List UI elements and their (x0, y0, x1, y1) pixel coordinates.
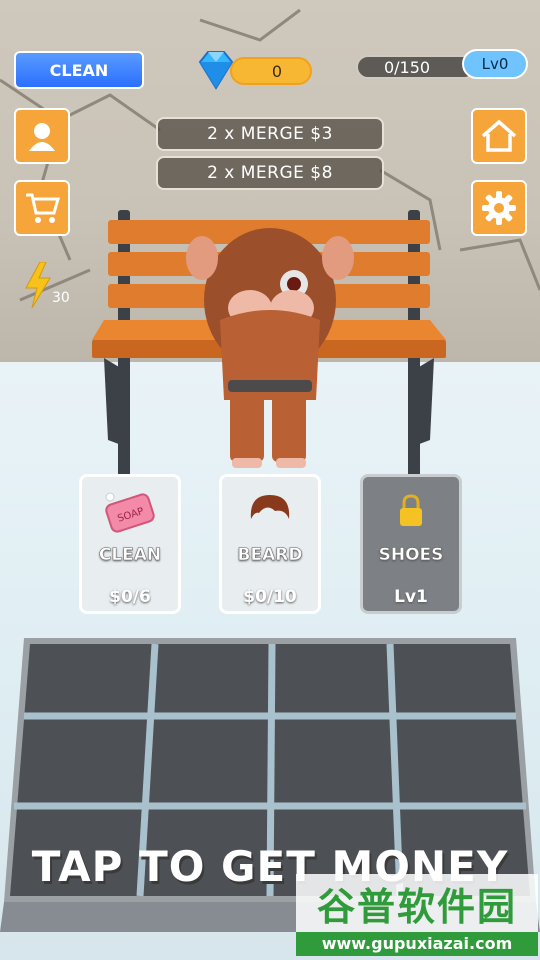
level-progress: 0/150 (356, 55, 476, 79)
lightning-icon (25, 262, 51, 308)
card-name: CLEAN (98, 545, 162, 566)
card-name: SHOES (378, 545, 444, 566)
user-icon (29, 123, 55, 151)
upgrade-card-beard[interactable]: BEARD $0/10 (219, 474, 321, 614)
energy-count: 30 (52, 290, 70, 306)
upgrade-card-shoes[interactable]: SHOES Lv1 (360, 474, 462, 614)
bench-scene (92, 210, 446, 480)
home-button[interactable] (471, 108, 527, 164)
upgrade-card-clean[interactable]: SOAP CLEAN $0/6 (79, 474, 181, 614)
watermark-title: 谷普软件园 (316, 885, 517, 929)
level-badge: Lv0 (462, 49, 528, 79)
site-watermark: 谷普软件园 www.gupuxiazai.com (296, 874, 538, 958)
gear-icon (482, 191, 516, 225)
watermark-url: www.gupuxiazai.com (296, 932, 538, 956)
card-value: $0/10 (243, 587, 297, 607)
settings-button[interactable] (471, 180, 527, 236)
merge-offer-1[interactable]: 2 x MERGE $3 (156, 117, 384, 151)
merge-offer-2[interactable]: 2 x MERGE $8 (156, 156, 384, 190)
hair-icon (250, 495, 290, 519)
shop-button[interactable] (14, 180, 70, 236)
clean-mode-button[interactable]: CLEAN (14, 51, 144, 89)
soap-icon: SOAP (105, 492, 155, 533)
card-value: $0/6 (109, 587, 151, 607)
gem-counter: 0 (230, 57, 312, 85)
card-value: Lv1 (394, 587, 428, 607)
card-name: BEARD (237, 545, 303, 566)
profile-button[interactable] (14, 108, 70, 164)
home-icon (481, 119, 517, 152)
cart-icon (26, 193, 60, 223)
lock-icon (400, 494, 422, 526)
